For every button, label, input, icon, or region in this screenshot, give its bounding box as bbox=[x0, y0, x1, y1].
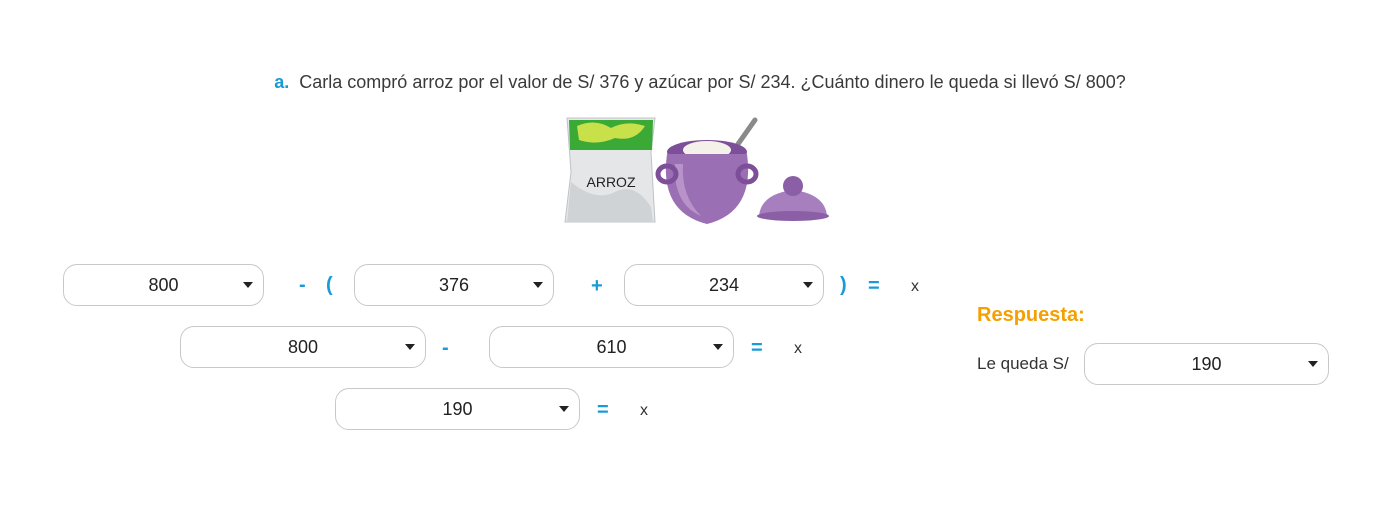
dropdown-sugar[interactable]: 234 bbox=[624, 264, 824, 306]
dropdown-sugar-value: 234 bbox=[708, 274, 740, 295]
dropdown-total-step2-value: 800 bbox=[287, 336, 319, 357]
dropdown-result[interactable]: 190 bbox=[335, 388, 580, 430]
answer-label: Le queda S/ bbox=[977, 354, 1069, 373]
question-text: Carla compró arroz por el valor de S/ 37… bbox=[299, 72, 1126, 92]
dropdown-total-step2[interactable]: 800 bbox=[180, 326, 426, 368]
groceries-illustration-svg: ARROZ bbox=[564, 117, 829, 224]
bowl-lid-icon bbox=[757, 176, 829, 221]
dropdown-rice[interactable]: 376 bbox=[354, 264, 554, 306]
dropdown-answer-value: 190 bbox=[1191, 353, 1222, 374]
question: a. Carla compró arroz por el valor de S/ … bbox=[0, 72, 1400, 93]
equals-operator: = bbox=[751, 337, 763, 359]
dropdown-answer[interactable]: 190 bbox=[1084, 343, 1329, 385]
rice-bag-label: ARROZ bbox=[587, 174, 636, 190]
close-parenthesis: ) bbox=[840, 274, 847, 296]
dropdown-result-value: 190 bbox=[442, 398, 473, 419]
equals-operator: = bbox=[868, 275, 880, 297]
open-parenthesis: ( bbox=[326, 274, 333, 296]
dropdown-total[interactable]: 800 bbox=[63, 264, 264, 306]
groceries-illustration: ARROZ bbox=[555, 112, 835, 232]
answer-title: Respuesta: bbox=[977, 304, 1085, 326]
chevron-down-icon bbox=[559, 406, 569, 412]
variable-x: x bbox=[640, 402, 648, 419]
chevron-down-icon bbox=[533, 282, 543, 288]
question-label: a. bbox=[274, 72, 290, 92]
chevron-down-icon bbox=[1308, 361, 1318, 367]
chevron-down-icon bbox=[243, 282, 253, 288]
dropdown-total-value: 800 bbox=[148, 274, 179, 295]
sugar-bowl-icon bbox=[655, 117, 759, 224]
dropdown-sum-value: 610 bbox=[596, 336, 627, 357]
chevron-down-icon bbox=[803, 282, 813, 288]
variable-x: x bbox=[794, 340, 802, 357]
minus-operator: - bbox=[442, 337, 449, 359]
chevron-down-icon bbox=[405, 344, 415, 350]
minus-operator: - bbox=[299, 274, 306, 296]
chevron-down-icon bbox=[713, 344, 723, 350]
equals-operator: = bbox=[597, 399, 609, 421]
plus-operator: + bbox=[591, 275, 603, 297]
dropdown-sum[interactable]: 610 bbox=[489, 326, 734, 368]
dropdown-rice-value: 376 bbox=[438, 274, 470, 295]
rice-bag-icon: ARROZ bbox=[564, 117, 656, 223]
variable-x: x bbox=[911, 278, 919, 295]
